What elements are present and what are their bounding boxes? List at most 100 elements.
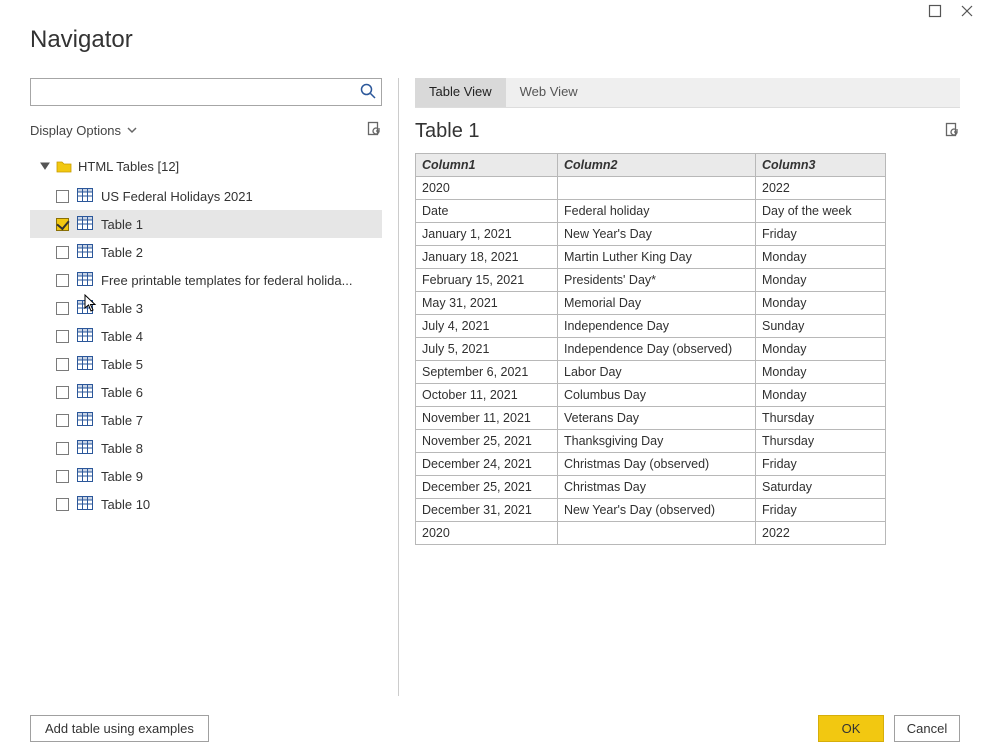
tree-item-checkbox[interactable] xyxy=(56,190,69,203)
display-options-dropdown[interactable]: Display Options xyxy=(30,123,137,138)
search-icon[interactable] xyxy=(360,83,376,99)
table-row[interactable]: July 5, 2021Independence Day (observed)M… xyxy=(416,338,886,361)
tree-item[interactable]: US Federal Holidays 2021 xyxy=(30,182,382,210)
table-cell: July 5, 2021 xyxy=(416,338,558,361)
tree-item[interactable]: Table 4 xyxy=(30,322,382,350)
table-cell: Martin Luther King Day xyxy=(558,246,756,269)
table-row[interactable]: 20202022 xyxy=(416,177,886,200)
table-icon xyxy=(77,496,93,513)
table-cell: Federal holiday xyxy=(558,200,756,223)
tree-item-label: Table 1 xyxy=(101,217,143,232)
chevron-down-icon xyxy=(127,125,137,135)
maximize-icon[interactable] xyxy=(928,4,942,21)
ok-button[interactable]: OK xyxy=(818,715,884,742)
tree-item-checkbox[interactable] xyxy=(56,274,69,287)
table-cell: Date xyxy=(416,200,558,223)
table-cell: Monday xyxy=(756,246,886,269)
table-row[interactable]: October 11, 2021Columbus DayMonday xyxy=(416,384,886,407)
tree-item-label: Table 5 xyxy=(101,357,143,372)
table-icon xyxy=(77,468,93,485)
tree-item-checkbox[interactable] xyxy=(56,246,69,259)
table-cell: Saturday xyxy=(756,476,886,499)
table-cell: November 11, 2021 xyxy=(416,407,558,430)
tree-item[interactable]: Table 7 xyxy=(30,406,382,434)
tree-item[interactable]: Free printable templates for federal hol… xyxy=(30,266,382,294)
table-row[interactable]: May 31, 2021Memorial DayMonday xyxy=(416,292,886,315)
tree-item[interactable]: Table 1 xyxy=(30,210,382,238)
table-row[interactable]: November 11, 2021Veterans DayThursday xyxy=(416,407,886,430)
tree-item-checkbox[interactable] xyxy=(56,442,69,455)
table-row[interactable]: DateFederal holidayDay of the week xyxy=(416,200,886,223)
tree-item-label: Table 10 xyxy=(101,497,150,512)
tree-item-checkbox[interactable] xyxy=(56,330,69,343)
table-cell: 2022 xyxy=(756,522,886,545)
tree-item[interactable]: Table 6 xyxy=(30,378,382,406)
folder-icon xyxy=(56,159,72,173)
refresh-preview-icon[interactable] xyxy=(944,122,960,141)
preview-title: Table 1 xyxy=(415,120,480,143)
table-cell: Labor Day xyxy=(558,361,756,384)
table-cell: 2020 xyxy=(416,177,558,200)
table-row[interactable]: February 15, 2021Presidents' Day*Monday xyxy=(416,269,886,292)
table-icon xyxy=(77,412,93,429)
close-icon[interactable] xyxy=(960,4,974,21)
table-cell: Sunday xyxy=(756,315,886,338)
table-cell: Thanksgiving Day xyxy=(558,430,756,453)
tree-item-checkbox[interactable] xyxy=(56,302,69,315)
table-row[interactable]: July 4, 2021Independence DaySunday xyxy=(416,315,886,338)
tree-root[interactable]: HTML Tables [12] xyxy=(30,152,382,180)
table-icon xyxy=(77,216,93,233)
search-input[interactable] xyxy=(30,78,382,106)
tree-item-label: Free printable templates for federal hol… xyxy=(101,273,352,288)
refresh-icon[interactable] xyxy=(366,121,382,140)
table-row[interactable]: December 31, 2021New Year's Day (observe… xyxy=(416,499,886,522)
column-header[interactable]: Column1 xyxy=(416,154,558,177)
column-header[interactable]: Column2 xyxy=(558,154,756,177)
table-cell: Monday xyxy=(756,292,886,315)
table-icon xyxy=(77,356,93,373)
table-row[interactable]: December 24, 2021Christmas Day (observed… xyxy=(416,453,886,476)
table-cell: December 24, 2021 xyxy=(416,453,558,476)
table-row[interactable]: 20202022 xyxy=(416,522,886,545)
tree-item-checkbox[interactable] xyxy=(56,414,69,427)
table-icon xyxy=(77,384,93,401)
tree-item-checkbox[interactable] xyxy=(56,386,69,399)
table-cell: Presidents' Day* xyxy=(558,269,756,292)
page-title: Navigator xyxy=(0,0,984,64)
tree-item-checkbox[interactable] xyxy=(56,218,69,231)
column-header[interactable]: Column3 xyxy=(756,154,886,177)
navigator-right-pane: Table ViewWeb View Table 1 Column1Column… xyxy=(415,78,960,696)
table-icon xyxy=(77,328,93,345)
table-cell: Thursday xyxy=(756,430,886,453)
tree-item[interactable]: Table 3 xyxy=(30,294,382,322)
tree-item[interactable]: Table 9 xyxy=(30,462,382,490)
tree-item[interactable]: Table 10 xyxy=(30,490,382,518)
table-icon xyxy=(77,188,93,205)
tree-item-label: Table 2 xyxy=(101,245,143,260)
table-cell: Monday xyxy=(756,384,886,407)
table-row[interactable]: November 25, 2021Thanksgiving DayThursda… xyxy=(416,430,886,453)
tree-item[interactable]: Table 5 xyxy=(30,350,382,378)
caret-down-icon xyxy=(40,161,50,171)
table-cell xyxy=(558,177,756,200)
table-row[interactable]: January 18, 2021Martin Luther King DayMo… xyxy=(416,246,886,269)
table-cell: Independence Day (observed) xyxy=(558,338,756,361)
cancel-button[interactable]: Cancel xyxy=(894,715,960,742)
tab-web-view[interactable]: Web View xyxy=(506,78,592,107)
table-cell: October 11, 2021 xyxy=(416,384,558,407)
table-row[interactable]: September 6, 2021Labor DayMonday xyxy=(416,361,886,384)
tree-item-checkbox[interactable] xyxy=(56,470,69,483)
table-cell: Christmas Day xyxy=(558,476,756,499)
table-row[interactable]: December 25, 2021Christmas DaySaturday xyxy=(416,476,886,499)
table-cell: July 4, 2021 xyxy=(416,315,558,338)
tree-item[interactable]: Table 8 xyxy=(30,434,382,462)
tree-item-label: Table 7 xyxy=(101,413,143,428)
table-cell: Friday xyxy=(756,499,886,522)
tab-table-view[interactable]: Table View xyxy=(415,78,506,107)
tree-item[interactable]: Table 2 xyxy=(30,238,382,266)
tree-item-checkbox[interactable] xyxy=(56,498,69,511)
tree-item-checkbox[interactable] xyxy=(56,358,69,371)
table-row[interactable]: January 1, 2021New Year's DayFriday xyxy=(416,223,886,246)
table-cell: December 25, 2021 xyxy=(416,476,558,499)
add-table-using-examples-button[interactable]: Add table using examples xyxy=(30,715,209,742)
